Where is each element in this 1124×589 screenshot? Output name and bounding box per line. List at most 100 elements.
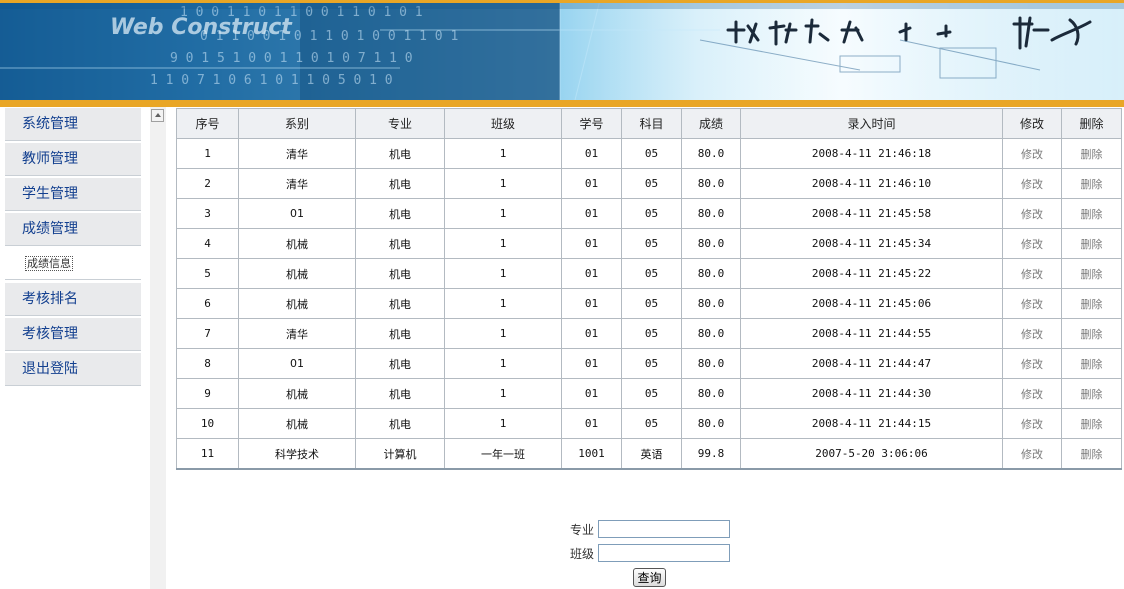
delete-link[interactable]: 删除 [1061, 228, 1122, 259]
delete-link[interactable]: 删除 [1061, 288, 1122, 319]
cell-major: 计算机 [355, 438, 445, 470]
delete-link[interactable]: 删除 [1061, 378, 1122, 409]
major-input[interactable] [598, 520, 730, 538]
cell-department: 清华 [238, 138, 356, 169]
cell-department: 机械 [238, 228, 356, 259]
cell-department: 清华 [238, 318, 356, 349]
query-button[interactable]: 查询 [633, 568, 666, 587]
cell-class: 一年一班 [444, 438, 562, 470]
sidebar-item-logout[interactable]: 退出登陆 [5, 353, 141, 386]
col-header-department: 系别 [238, 108, 356, 139]
sidebar-item-assessment[interactable]: 考核管理 [5, 318, 141, 351]
banner-top-border [0, 0, 1124, 3]
cell-score: 80.0 [681, 288, 741, 319]
table-header-row: 序号 系别 专业 班级 学号 科目 成绩 录入时间 修改 删除 [176, 108, 1122, 139]
sidebar-subitem-grade-info-label[interactable]: 成绩信息 [25, 256, 73, 271]
col-header-edit: 修改 [1002, 108, 1062, 139]
cell-score: 80.0 [681, 168, 741, 199]
edit-link[interactable]: 修改 [1002, 198, 1062, 229]
major-label: 专业 [570, 523, 595, 537]
cell-department: 机械 [238, 408, 356, 439]
frame-scrollbar-track[interactable] [150, 107, 166, 589]
table-row: 6 机械 机电 1 01 05 80.0 2008-4-11 21:45:06 修改 删除 [176, 288, 1122, 319]
edit-link[interactable]: 修改 [1002, 168, 1062, 199]
cell-class: 1 [444, 378, 562, 409]
cell-major: 机电 [355, 318, 445, 349]
edit-link[interactable]: 修改 [1002, 378, 1062, 409]
cell-subject: 05 [621, 408, 682, 439]
cell-department: 01 [238, 198, 356, 229]
cell-department: 机械 [238, 288, 356, 319]
cell-department: 机械 [238, 258, 356, 289]
cell-student-id: 01 [561, 138, 622, 169]
grades-table: 序号 系别 专业 班级 学号 科目 成绩 录入时间 修改 删除 1 清华 机电 1 01… [176, 108, 1122, 470]
cell-student-id: 01 [561, 348, 622, 379]
cell-subject: 05 [621, 288, 682, 319]
cell-class: 1 [444, 318, 562, 349]
cell-class: 1 [444, 288, 562, 319]
cell-index: 9 [176, 378, 239, 409]
col-header-entry-time: 录入时间 [740, 108, 1003, 139]
cell-major: 机电 [355, 258, 445, 289]
edit-link[interactable]: 修改 [1002, 138, 1062, 169]
class-input[interactable] [598, 544, 730, 562]
sidebar-item-grades[interactable]: 成绩管理 [5, 213, 141, 246]
cell-score: 80.0 [681, 228, 741, 259]
edit-link[interactable]: 修改 [1002, 318, 1062, 349]
cell-score: 80.0 [681, 348, 741, 379]
sidebar-subitem-grade-info[interactable]: 成绩信息 [5, 246, 141, 280]
cell-student-id: 01 [561, 168, 622, 199]
col-header-student-id: 学号 [561, 108, 622, 139]
delete-link[interactable]: 删除 [1061, 438, 1122, 470]
sidebar-item-system[interactable]: 系统管理 [5, 108, 141, 141]
cell-score: 80.0 [681, 378, 741, 409]
delete-link[interactable]: 删除 [1061, 138, 1122, 169]
class-label: 班级 [570, 547, 595, 561]
scroll-up-arrow-icon[interactable] [151, 109, 164, 122]
edit-link[interactable]: 修改 [1002, 408, 1062, 439]
delete-link[interactable]: 删除 [1061, 318, 1122, 349]
cell-index: 8 [176, 348, 239, 379]
cell-class: 1 [444, 408, 562, 439]
cell-index: 1 [176, 138, 239, 169]
cell-entry-time: 2008-4-11 21:46:10 [740, 168, 1003, 199]
cell-major: 机电 [355, 138, 445, 169]
col-header-subject: 科目 [621, 108, 682, 139]
cell-major: 机电 [355, 168, 445, 199]
table-row: 8 01 机电 1 01 05 80.0 2008-4-11 21:44:47 修改 删除 [176, 348, 1122, 379]
cell-student-id: 01 [561, 258, 622, 289]
delete-link[interactable]: 删除 [1061, 198, 1122, 229]
sidebar-item-students[interactable]: 学生管理 [5, 178, 141, 211]
cell-score: 80.0 [681, 138, 741, 169]
delete-link[interactable]: 删除 [1061, 408, 1122, 439]
cell-subject: 05 [621, 258, 682, 289]
col-header-major: 专业 [355, 108, 445, 139]
sidebar-item-ranking[interactable]: 考核排名 [5, 283, 141, 316]
banner-watermark-logo: Web Construct [110, 15, 293, 40]
delete-link[interactable]: 删除 [1061, 348, 1122, 379]
edit-link[interactable]: 修改 [1002, 288, 1062, 319]
delete-link[interactable]: 删除 [1061, 258, 1122, 289]
edit-link[interactable]: 修改 [1002, 438, 1062, 470]
cell-student-id: 01 [561, 228, 622, 259]
cell-class: 1 [444, 168, 562, 199]
cell-entry-time: 2008-4-11 21:45:06 [740, 288, 1003, 319]
table-row: 3 01 机电 1 01 05 80.0 2008-4-11 21:45:58 修改 删除 [176, 198, 1122, 229]
cell-subject: 05 [621, 198, 682, 229]
cell-department: 科学技术 [238, 438, 356, 470]
cell-index: 5 [176, 258, 239, 289]
sidebar-item-teachers[interactable]: 教师管理 [5, 143, 141, 176]
svg-text:9 0 1 5 1 0 0 1 1 0 1 0 7 1 1: 9 0 1 5 1 0 0 1 1 0 1 0 7 1 1 0 [170, 51, 413, 66]
cell-class: 1 [444, 138, 562, 169]
cell-score: 80.0 [681, 408, 741, 439]
cell-score: 99.8 [681, 438, 741, 470]
delete-link[interactable]: 删除 [1061, 168, 1122, 199]
cell-entry-time: 2008-4-11 21:44:47 [740, 348, 1003, 379]
cell-entry-time: 2008-4-11 21:45:34 [740, 228, 1003, 259]
edit-link[interactable]: 修改 [1002, 258, 1062, 289]
edit-link[interactable]: 修改 [1002, 228, 1062, 259]
edit-link[interactable]: 修改 [1002, 348, 1062, 379]
cell-student-id: 01 [561, 198, 622, 229]
cell-index: 4 [176, 228, 239, 259]
table-row: 5 机械 机电 1 01 05 80.0 2008-4-11 21:45:22 修改 删除 [176, 258, 1122, 289]
